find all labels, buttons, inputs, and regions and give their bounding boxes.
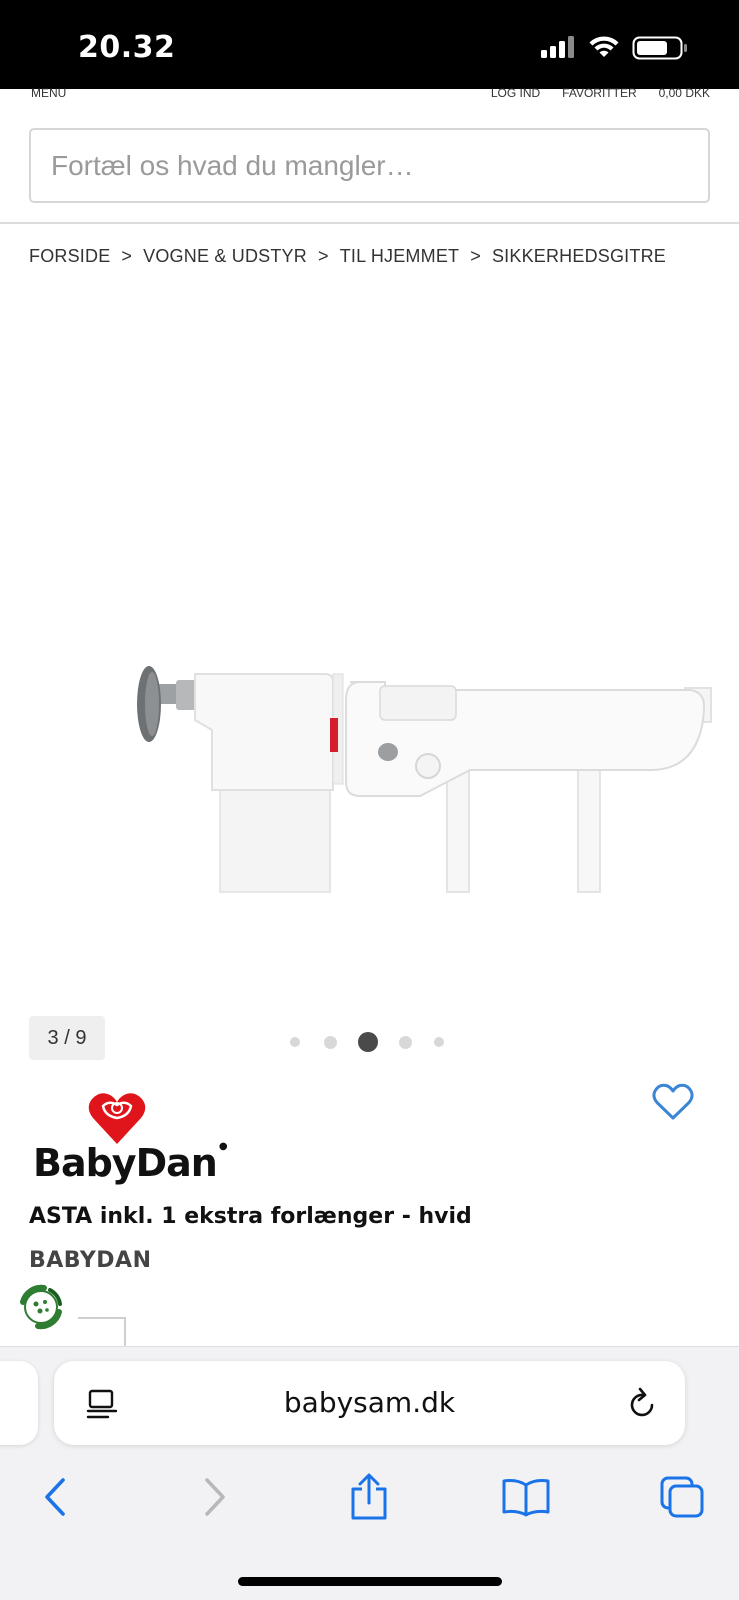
- tabs-icon: [660, 1476, 704, 1518]
- favorites-link[interactable]: FAVORITTER: [562, 86, 636, 100]
- gallery-dot[interactable]: [399, 1035, 412, 1049]
- url-text: babysam.dk: [283, 1386, 456, 1419]
- chevron-left-icon: [45, 1478, 65, 1516]
- breadcrumb-separator: >: [121, 246, 133, 266]
- forward-button[interactable]: [185, 1467, 245, 1527]
- breadcrumb-separator: >: [317, 246, 329, 266]
- back-button[interactable]: [25, 1467, 85, 1527]
- menu-link[interactable]: MENU: [31, 86, 66, 100]
- gallery-dot-active[interactable]: [358, 1032, 378, 1052]
- status-time: 20.32: [78, 30, 176, 65]
- gallery-dot[interactable]: [434, 1037, 444, 1047]
- wifi-icon: [589, 36, 619, 57]
- previous-tab-peek[interactable]: [0, 1361, 38, 1445]
- babydan-heart-logo-icon: [88, 1093, 146, 1144]
- browser-toolbar: [0, 1467, 739, 1527]
- book-icon: [502, 1479, 550, 1517]
- breadcrumb: FORSIDE > VOGNE & UDSTYR > TIL HJEMMET >…: [29, 246, 666, 267]
- heart-icon: [652, 1083, 694, 1120]
- gallery-counter: 3 / 9: [29, 1016, 105, 1060]
- gallery-dot[interactable]: [324, 1035, 337, 1049]
- login-link[interactable]: LOG IND: [491, 86, 540, 100]
- cart-total-link[interactable]: 0,00 DKK: [659, 86, 710, 100]
- tabs-button[interactable]: [652, 1467, 712, 1527]
- home-indicator: [238, 1577, 502, 1586]
- breadcrumb-item-forside[interactable]: FORSIDE: [29, 246, 110, 267]
- gallery-dot[interactable]: [290, 1037, 300, 1047]
- browser-bar: babysam.dk: [0, 1346, 739, 1600]
- address-bar[interactable]: babysam.dk: [54, 1361, 685, 1445]
- bookmarks-button[interactable]: [496, 1467, 556, 1527]
- breadcrumb-item-vogne-udstyr[interactable]: VOGNE & UDSTYR: [143, 246, 307, 267]
- brand-logo[interactable]: BabyDan ●: [33, 1090, 228, 1190]
- product-image[interactable]: [0, 290, 739, 990]
- product-title: ASTA inkl. 1 ekstra forlænger - hvid: [29, 1204, 472, 1229]
- breadcrumb-separator: >: [470, 246, 481, 266]
- status-icons: [541, 34, 691, 60]
- search-box: [29, 128, 710, 203]
- favorite-button[interactable]: [652, 1083, 694, 1121]
- top-nav: MENU LOG IND FAVORITTER 0,00 DKK: [0, 84, 739, 102]
- product-brand[interactable]: BABYDAN: [29, 1248, 152, 1273]
- status-bar: 20.32: [0, 0, 739, 89]
- breadcrumb-item-sikkerhedsgitre[interactable]: SIKKERHEDSGITRE: [492, 246, 666, 267]
- battery-icon: [632, 36, 687, 60]
- share-button[interactable]: [339, 1467, 399, 1527]
- chevron-right-icon: [205, 1478, 225, 1516]
- signal-icon: [541, 36, 574, 58]
- gallery-dots: [290, 1032, 444, 1052]
- share-icon: [351, 1473, 387, 1520]
- thumbnail-peek: [78, 1317, 126, 1347]
- header-divider: [0, 222, 739, 224]
- eco-badge-icon[interactable]: [14, 1280, 68, 1334]
- reload-icon[interactable]: [627, 1387, 659, 1426]
- breadcrumb-item-til-hjemmet[interactable]: TIL HJEMMET: [340, 246, 460, 267]
- search-input[interactable]: [31, 130, 708, 201]
- brand-wordmark: BabyDan ●: [33, 1141, 228, 1185]
